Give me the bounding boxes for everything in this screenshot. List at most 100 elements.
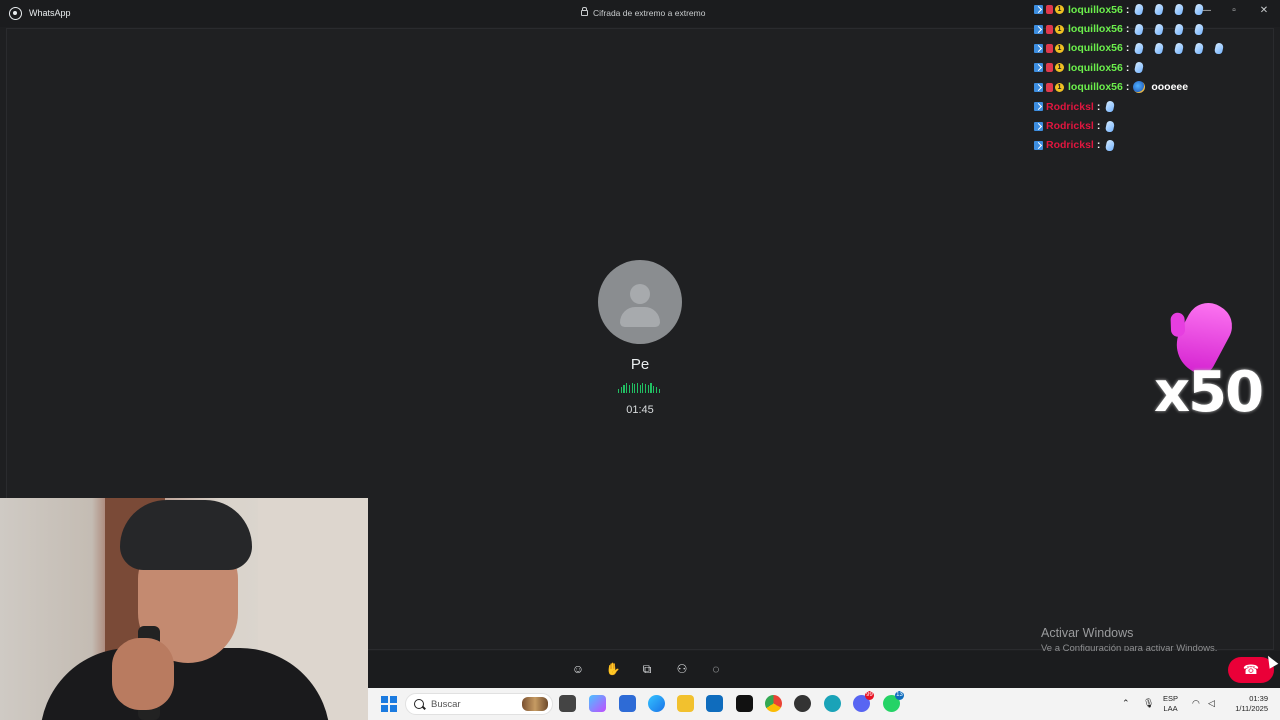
- wave-bar: [645, 384, 647, 393]
- outlook-icon[interactable]: [706, 695, 723, 712]
- start-tile: [381, 696, 389, 704]
- chat-username: Rodricksl: [1046, 120, 1094, 133]
- activation-title: Activar Windows: [1041, 626, 1134, 640]
- chat-username: loquillox56: [1068, 23, 1123, 36]
- obs-icon[interactable]: [794, 695, 811, 712]
- search-icon: [414, 699, 424, 709]
- verified-badge-icon: [1034, 24, 1043, 34]
- store-icon[interactable]: [619, 695, 636, 712]
- app-icon[interactable]: [824, 695, 841, 712]
- chat-message: 1 loquillox56:: [1034, 39, 1280, 58]
- wave-bar: [623, 385, 625, 393]
- contact-name: Pe: [630, 356, 650, 373]
- wave-bar: [639, 385, 641, 393]
- wave-bar: [631, 383, 633, 393]
- wave-bar: [653, 386, 655, 393]
- share-screen-icon[interactable]: ⧉: [639, 661, 655, 677]
- chat-emote-icon: [1104, 120, 1117, 133]
- chat-username: loquillox56: [1068, 3, 1123, 16]
- chat-message: Rodricksl:: [1034, 97, 1280, 116]
- chat-emote-icon: [1173, 23, 1186, 36]
- chat-emote-icon: [1193, 23, 1206, 36]
- sub-badge-icon: [1046, 24, 1053, 34]
- whatsapp-logo-icon: [9, 7, 22, 20]
- emoji-icon[interactable]: ☺: [570, 661, 586, 677]
- chevron-up-icon[interactable]: ⌃: [1122, 698, 1130, 709]
- webcam-person-hair: [120, 500, 252, 570]
- taskbar-search[interactable]: Buscar: [405, 693, 553, 715]
- chat-emote-icon: [1173, 42, 1186, 55]
- verified-badge-icon: [1034, 140, 1043, 150]
- clock[interactable]: 01:39 1/11/2025: [1226, 694, 1268, 714]
- wifi-icon[interactable]: ◠: [1192, 698, 1200, 709]
- wave-bar: [626, 383, 628, 393]
- wave-bar: [658, 389, 660, 393]
- wave-bar: [647, 385, 649, 393]
- chat-message: 1 loquillox56: oooeee: [1034, 78, 1280, 97]
- microphone-icon[interactable]: 🎙: [1143, 698, 1154, 709]
- windows-taskbar: Buscar 99 13 ⌃ 🎙 ESP LAA ◠ ◁ 01:39 1/11/…: [368, 688, 1280, 720]
- verified-badge-icon: [1034, 63, 1043, 73]
- audio-wave-icon: [618, 383, 662, 393]
- wave-bar: [655, 387, 657, 393]
- stream-chat-overlay: 1 loquillox56:1 loquillox56:1 loquillox56:1…: [1034, 0, 1280, 155]
- file-explorer-icon[interactable]: [677, 695, 694, 712]
- bits-badge-icon: 1: [1055, 24, 1064, 34]
- verified-badge-icon: [1034, 121, 1043, 131]
- chat-emote-icon: [1104, 139, 1117, 152]
- tiktok-icon[interactable]: [736, 695, 753, 712]
- language-indicator[interactable]: ESP LAA: [1163, 694, 1178, 714]
- edge-icon[interactable]: [648, 695, 665, 712]
- chat-emote-icon: [1173, 3, 1186, 16]
- chat-message: 1 loquillox56:: [1034, 58, 1280, 77]
- verified-badge-icon: [1034, 82, 1043, 92]
- verified-badge-icon: [1034, 43, 1043, 53]
- volume-icon[interactable]: ◁: [1208, 698, 1215, 709]
- combo-count: x50: [1154, 360, 1264, 425]
- chat-emote-icon: [1133, 3, 1146, 16]
- chat-separator: :: [1125, 61, 1130, 74]
- chat-emote-icon: [1133, 61, 1146, 74]
- start-tile: [389, 704, 397, 712]
- copilot-icon[interactable]: [589, 695, 606, 712]
- search-input[interactable]: Buscar: [431, 699, 461, 710]
- bits-badge-icon: 1: [1055, 82, 1064, 92]
- chat-separator: :: [1096, 100, 1101, 113]
- start-tile: [389, 696, 397, 704]
- clock-date: 1/11/2025: [1235, 704, 1268, 713]
- chat-text: oooeee: [1151, 81, 1189, 94]
- discord-icon[interactable]: 99: [853, 691, 874, 712]
- chat-message: 1 loquillox56:: [1034, 0, 1280, 19]
- verified-badge-icon: [1034, 102, 1043, 112]
- chat-emote-icon: [1153, 42, 1166, 55]
- raise-hand-icon[interactable]: ✋: [605, 661, 621, 677]
- chat-message: 1 loquillox56:: [1034, 19, 1280, 38]
- chrome-icon[interactable]: [765, 695, 782, 712]
- add-person-icon[interactable]: ⚇: [674, 661, 690, 677]
- chat-username: loquillox56: [1068, 42, 1123, 55]
- chat-separator: :: [1125, 81, 1130, 94]
- hang-up-icon: ☎: [1242, 662, 1260, 677]
- wave-bar: [634, 384, 636, 393]
- bits-badge-icon: 1: [1055, 5, 1064, 15]
- wave-bar: [642, 383, 644, 393]
- clock-time: 01:39: [1249, 694, 1268, 703]
- whatsapp-taskbar-icon[interactable]: 13: [883, 691, 904, 712]
- chat-emote-icon: [1133, 42, 1146, 55]
- chat-emote-icon: [1133, 23, 1146, 36]
- chat-icon[interactable]: ◌: [708, 661, 724, 677]
- bits-badge-icon: 1: [1055, 43, 1064, 53]
- wave-bar: [650, 383, 652, 393]
- webcam-feed: [0, 498, 368, 720]
- wave-bar: [618, 389, 620, 393]
- encryption-text: Cifrada de extremo a extremo: [593, 8, 706, 18]
- start-tile: [381, 704, 389, 712]
- chat-emote-icon: [1193, 42, 1206, 55]
- sub-badge-icon: [1046, 43, 1053, 53]
- chat-username: loquillox56: [1068, 81, 1123, 94]
- wave-bar: [620, 387, 622, 393]
- webcam-person-hand: [112, 638, 174, 710]
- start-button[interactable]: [381, 696, 397, 712]
- wave-bar: [636, 383, 639, 393]
- task-view-icon[interactable]: [559, 695, 576, 712]
